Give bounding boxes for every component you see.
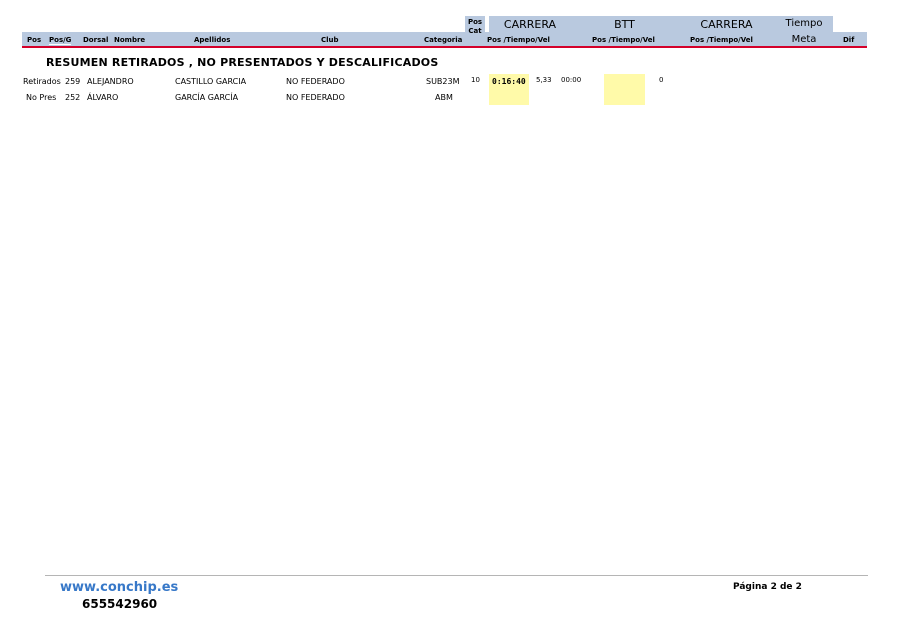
row-apellidos: GARCÍA GARCÍA (175, 93, 239, 102)
header-btt-title: BTT (614, 18, 635, 31)
page-number: Página 2 de 2 (733, 582, 802, 592)
row-dorsal: 259 (65, 77, 81, 86)
col-categoria: Categoria (424, 36, 463, 44)
col-carrera2-sub: Pos /Tiempo/Vel (690, 36, 753, 44)
row-dorsal: 252 (65, 93, 81, 102)
col-apellidos: Apellidos (194, 36, 231, 44)
btt-highlight (604, 74, 645, 105)
row-status: No Pres (26, 93, 57, 102)
row-club: NO FEDERADO (286, 77, 345, 86)
row-apellidos: CASTILLO GARCIA (175, 77, 247, 86)
row2-carrera1-highlight (489, 90, 529, 105)
row-nombre: ALEJANDRO (87, 77, 134, 86)
col-pos: Pos (27, 36, 42, 44)
footer-phone: 655542960 (82, 597, 158, 611)
row-btt-extra: 0 (659, 76, 664, 84)
row-categoria: SUB23M (426, 77, 460, 86)
row-club: NO FEDERADO (286, 93, 345, 102)
header-pos-cat-line2: Cat (468, 27, 482, 35)
header-meta-label: Meta (791, 34, 817, 45)
row-categoria: ABM (435, 93, 453, 102)
col-dif: Dif (843, 36, 855, 44)
header-carrera1-title: CARRERA (503, 18, 557, 31)
col-btt-sub: Pos /Tiempo/Vel (592, 36, 655, 44)
footer-website-link[interactable]: www.conchip.es (60, 580, 178, 595)
header-divider (22, 46, 867, 48)
row-carrera1-vel: 5,33 (536, 76, 552, 84)
col-dorsal: Dorsal (83, 36, 109, 44)
header-pos-cat-line1: Pos (467, 18, 483, 26)
row-carrera1-time: 0:16:40 (492, 77, 526, 86)
col-club: Club (321, 36, 339, 44)
col-carrera1-sub: Pos /Tiempo/Vel (487, 36, 550, 44)
row-pos-cat: 10 (471, 76, 480, 84)
col-nombre: Nombre (114, 36, 146, 44)
header-tiempo-title: Tiempo (785, 18, 823, 29)
header-carrera2-title: CARRERA (700, 18, 753, 31)
row-nombre: ÁLVARO (87, 93, 119, 102)
header-pos-cat: Pos Cat (465, 18, 485, 36)
row-status: Retirados (23, 77, 61, 86)
footer-divider (45, 575, 868, 576)
row-carrera1-extra: 00:00 (561, 76, 582, 84)
section-title: RESUMEN RETIRADOS , NO PRESENTADOS Y DES… (46, 56, 439, 69)
col-posg: Pos/G (49, 36, 72, 45)
